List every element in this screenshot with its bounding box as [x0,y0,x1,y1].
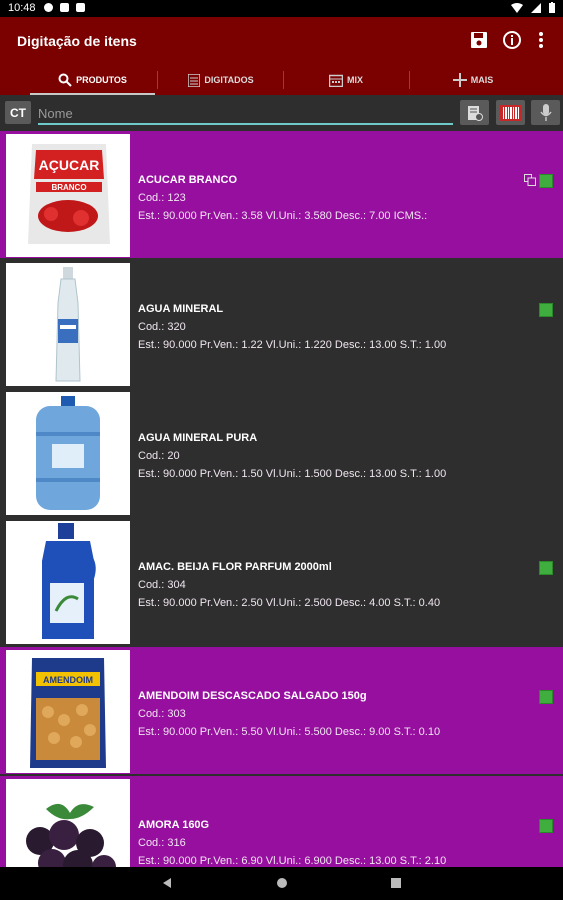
tab-mais[interactable]: MAIS [412,65,534,95]
tab-divider [157,71,158,89]
package-sub-text: BRANCO [51,183,86,192]
product-info: ACUCAR BRANCO Cod.: 123 Est.: 90.000 Pr.… [138,171,427,225]
product-name: ACUCAR BRANCO [138,174,237,186]
product-code: Cod.: 123 [138,192,186,204]
search-bar: CT [0,95,563,130]
settings-status-icon [44,3,53,12]
product-details: Est.: 90.000 Pr.Ven.: 6.90 Vl.Uni.: 6.90… [138,855,447,867]
tab-digitados[interactable]: DIGITADOS [160,65,282,95]
microphone-icon [539,103,552,121]
product-list: AÇUCAR BRANCO ACUCAR BRANCO Cod.: 123 Es… [0,131,563,867]
product-image [6,263,130,386]
status-bar: 10:48 [0,0,563,17]
product-details: Est.: 90.000 Pr.Ven.: 3.58 Vl.Uni.: 3.58… [138,210,428,222]
product-code: Cod.: 304 [138,579,186,591]
filter-button[interactable] [460,100,489,125]
list-item[interactable]: AMORA 160G Cod.: 316 Est.: 90.000 Pr.Ven… [0,776,563,867]
barcode-icon [499,104,522,121]
tab-label: DIGITADOS [204,75,254,85]
app-bar: Digitação de itens [0,17,563,65]
tab-divider [409,71,410,89]
product-details: Est.: 90.000 Pr.Ven.: 1.50 Vl.Uni.: 1.50… [138,468,447,480]
system-nav-bar [0,867,563,900]
product-info: AMENDOIM DESCASCADO SALGADO 150g Cod.: 3… [138,687,440,741]
product-image [6,521,130,644]
search-input[interactable] [38,103,453,125]
battery-icon [549,2,555,13]
product-details: Est.: 90.000 Pr.Ven.: 2.50 Vl.Uni.: 2.50… [138,597,441,609]
tab-label: MAIS [470,75,494,85]
product-details: Est.: 90.000 Pr.Ven.: 1.22 Vl.Uni.: 1.22… [138,339,447,351]
plus-icon [452,73,467,87]
search-icon [58,73,72,87]
product-name: AMORA 160G [138,819,210,831]
product-name: AGUA MINERAL PURA [138,432,258,444]
voice-search-button[interactable] [531,100,560,125]
list-item[interactable]: AMENDOIM AMENDOIM DESCASCADO SALGADO 150… [0,647,563,774]
product-code: Cod.: 303 [138,708,186,720]
status-indicator [539,174,553,188]
more-options-icon[interactable] [530,29,552,51]
status-indicator [539,303,553,317]
product-info: AGUA MINERAL Cod.: 320 Est.: 90.000 Pr.V… [138,300,446,354]
package-brand-text: AÇUCAR [39,157,100,173]
wifi-icon [511,2,523,13]
app-status-icon [60,3,69,12]
status-indicator [539,819,553,833]
product-info: AGUA MINERAL PURA Cod.: 20 Est.: 90.000 … [138,429,446,483]
signal-icon [531,2,541,13]
document-filter-icon [467,105,483,121]
back-icon[interactable] [161,877,173,889]
status-indicator [539,690,553,704]
copy-icon[interactable] [524,174,536,186]
product-image [6,392,130,515]
product-code: Cod.: 20 [138,450,180,462]
tab-mix[interactable]: MIX [285,65,407,95]
product-image: AMENDOIM [6,650,130,773]
product-name: AMENDOIM DESCASCADO SALGADO 150g [138,690,367,702]
tab-produtos[interactable]: PRODUTOS [30,65,155,95]
list-item[interactable]: AGUA MINERAL PURA Cod.: 20 Est.: 90.000 … [0,389,563,516]
product-info: AMAC. BEIJA FLOR PARFUM 2000ml Cod.: 304… [138,558,440,612]
product-image [6,779,130,867]
storage-status-icon [76,3,85,12]
tab-label: MIX [346,75,363,85]
product-code: Cod.: 320 [138,321,186,333]
product-name: AMAC. BEIJA FLOR PARFUM 2000ml [138,561,332,573]
product-name: AGUA MINERAL [138,303,224,315]
product-image: AÇUCAR BRANCO [6,134,130,257]
recents-icon[interactable] [390,877,402,889]
tab-label: PRODUTOS [76,75,127,85]
status-indicator [539,561,553,575]
calendar-icon [328,74,343,87]
package-brand-text: AMENDOIM [43,675,93,685]
save-icon[interactable] [468,29,490,51]
page-title: Digitação de itens [17,33,137,49]
status-right-icons [511,2,555,13]
product-info: AMORA 160G Cod.: 316 Est.: 90.000 Pr.Ven… [138,816,446,867]
tab-divider [283,71,284,89]
list-item[interactable]: AMAC. BEIJA FLOR PARFUM 2000ml Cod.: 304… [0,518,563,645]
status-time: 10:48 [8,2,36,14]
barcode-button[interactable] [496,100,525,125]
product-details: Est.: 90.000 Pr.Ven.: 5.50 Vl.Uni.: 5.50… [138,726,441,738]
list-item[interactable]: AGUA MINERAL Cod.: 320 Est.: 90.000 Pr.V… [0,260,563,387]
product-code: Cod.: 316 [138,837,186,849]
tab-bar: PRODUTOS DIGITADOS MIX MAIS [0,65,563,95]
list-icon [188,73,201,87]
info-icon[interactable] [501,29,523,51]
ct-button[interactable]: CT [5,101,31,124]
home-icon[interactable] [276,877,288,889]
list-item[interactable]: AÇUCAR BRANCO ACUCAR BRANCO Cod.: 123 Es… [0,131,563,258]
